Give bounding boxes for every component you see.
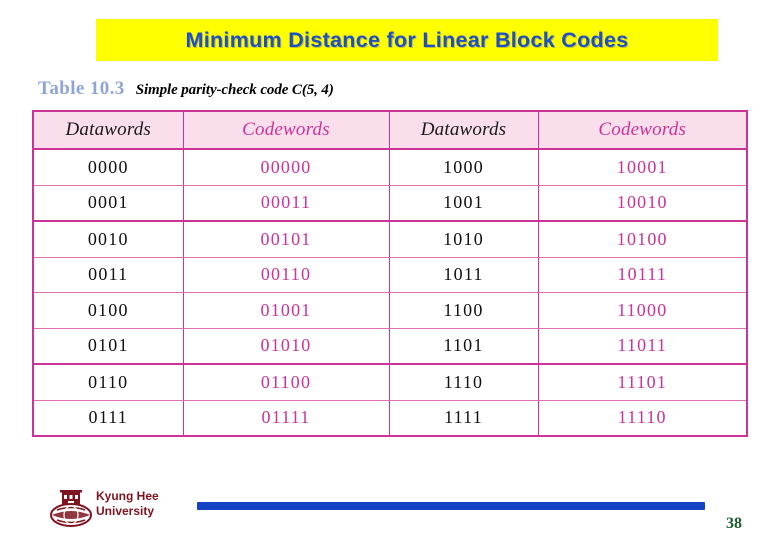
cell-dataword-2: 1010 <box>388 220 539 258</box>
cell-dataword-1: 0110 <box>32 363 184 401</box>
table-row: 0010 00101 1010 10100 <box>32 220 748 258</box>
cell-codeword-1: 00101 <box>182 220 390 258</box>
column-header-codewords-1: Codewords <box>182 110 390 150</box>
university-name-line1: Kyung Hee <box>96 489 159 503</box>
cell-codeword-2: 10111 <box>537 256 748 293</box>
table-row: 0001 00011 1001 10010 <box>32 184 748 222</box>
cell-dataword-1: 0001 <box>32 184 184 222</box>
slide-title-banner: Minimum Distance for Linear Block Codes <box>96 19 718 61</box>
cell-codeword-2: 11011 <box>537 327 748 365</box>
cell-dataword-2: 1100 <box>388 292 539 329</box>
cell-dataword-1: 0111 <box>32 399 184 437</box>
cell-dataword-2: 1101 <box>388 327 539 365</box>
cell-codeword-1: 00110 <box>182 256 390 293</box>
cell-dataword-2: 1110 <box>388 363 539 401</box>
cell-codeword-1: 01010 <box>182 327 390 365</box>
table-row: 0000 00000 1000 10001 <box>32 148 748 186</box>
cell-dataword-1: 0101 <box>32 327 184 365</box>
university-name-line2: University <box>96 504 155 518</box>
cell-dataword-2: 1000 <box>388 148 539 186</box>
table-row: 0110 01100 1110 11101 <box>32 363 748 401</box>
table-caption-label: Table 10.3 <box>38 78 125 99</box>
table-body: 0000 00000 1000 10001 0001 00011 1001 10010 0010… <box>32 148 748 437</box>
column-header-codewords-2: Codewords <box>537 110 748 150</box>
cell-dataword-1: 0011 <box>32 256 184 293</box>
column-header-datawords-2: Datawords <box>388 110 539 150</box>
table-row: 0011 00110 1011 10111 <box>32 256 748 293</box>
cell-dataword-2: 1011 <box>388 256 539 293</box>
cell-dataword-1: 0000 <box>32 148 184 186</box>
university-name: Kyung Hee University <box>96 489 159 519</box>
cell-codeword-2: 10100 <box>537 220 748 258</box>
cell-dataword-2: 1001 <box>388 184 539 222</box>
cell-codeword-1: 00011 <box>182 184 390 222</box>
cell-dataword-1: 0010 <box>32 220 184 258</box>
cell-codeword-2: 11000 <box>537 292 748 329</box>
cell-codeword-2: 10001 <box>537 148 748 186</box>
cell-codeword-2: 11110 <box>537 399 748 437</box>
table-row: 0100 01001 1100 11000 <box>32 292 748 329</box>
parity-check-code-table: Datawords Codewords Datawords Codewords … <box>32 110 748 437</box>
cell-codeword-2: 10010 <box>537 184 748 222</box>
table-caption-title: Simple parity-check code C(5, 4) <box>135 82 334 98</box>
column-header-datawords-1: Datawords <box>32 110 184 150</box>
cell-codeword-1: 01100 <box>182 363 390 401</box>
cell-dataword-2: 1111 <box>388 399 539 437</box>
slide-title: Minimum Distance for Linear Block Codes <box>185 27 629 52</box>
table-header-row: Datawords Codewords Datawords Codewords <box>32 110 748 150</box>
table-caption: Table 10.3 Simple parity-check code C(5,… <box>38 78 334 102</box>
footer-divider-bar <box>197 502 705 510</box>
cell-codeword-1: 01111 <box>182 399 390 437</box>
table-row: 0101 01010 1101 11011 <box>32 327 748 365</box>
page-number: 38 <box>726 515 742 532</box>
table-row: 0111 01111 1111 11110 <box>32 399 748 437</box>
cell-codeword-1: 01001 <box>182 292 390 329</box>
cell-dataword-1: 0100 <box>32 292 184 329</box>
cell-codeword-2: 11101 <box>537 363 748 401</box>
cell-codeword-1: 00000 <box>182 148 390 186</box>
kyung-hee-university-logo-icon <box>48 488 94 528</box>
